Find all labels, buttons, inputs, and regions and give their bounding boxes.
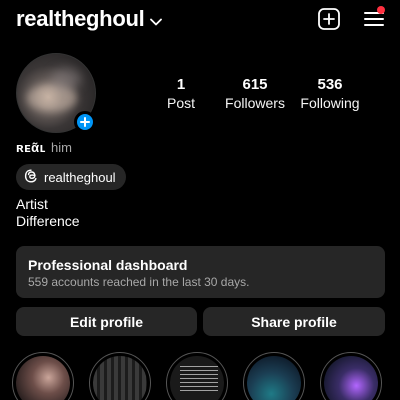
highlight-cover	[93, 356, 147, 400]
dashboard-subtitle: 559 accounts reached in the last 30 days…	[28, 275, 250, 289]
story-highlight[interactable]	[320, 352, 382, 400]
story-highlight[interactable]	[12, 352, 74, 400]
edit-profile-button[interactable]: Edit profile	[16, 307, 197, 336]
bio-line: Difference	[16, 213, 80, 229]
pronouns: him	[50, 140, 72, 155]
following-count[interactable]: 536 Following	[298, 76, 362, 111]
professional-dashboard[interactable]: Professional dashboard 559 accounts reac…	[16, 246, 385, 298]
plus-icon	[80, 117, 90, 127]
bio: Artist Difference	[16, 196, 80, 230]
name-row: ʀᴇᾶʟ him	[16, 140, 72, 155]
threads-icon	[24, 169, 38, 186]
add-story-button[interactable]	[74, 111, 96, 133]
chevron-down-icon	[150, 6, 163, 32]
plus-square-icon	[318, 8, 340, 30]
top-bar: realtheghoul	[0, 0, 400, 40]
followers-value: 615	[242, 76, 268, 93]
highlight-cover	[170, 356, 224, 400]
posts-count[interactable]: 1 Post	[162, 76, 200, 111]
display-name: ʀᴇᾶʟ	[16, 140, 46, 155]
threads-handle: realtheghoul	[44, 169, 116, 185]
threads-link[interactable]: realtheghoul	[16, 164, 126, 190]
highlight-cover	[324, 356, 378, 400]
story-highlight[interactable]	[89, 352, 151, 400]
account-switcher[interactable]: realtheghoul	[16, 6, 163, 32]
highlight-cover	[247, 356, 301, 400]
following-value: 536	[317, 76, 343, 93]
notification-dot	[377, 6, 385, 14]
following-label: Following	[300, 95, 360, 111]
dashboard-title: Professional dashboard	[28, 257, 188, 273]
create-button[interactable]	[318, 8, 340, 30]
highlight-cover	[16, 356, 70, 400]
posts-label: Post	[166, 95, 195, 111]
profile-avatar[interactable]	[16, 53, 96, 133]
story-highlight[interactable]	[243, 352, 305, 400]
story-highlight[interactable]	[166, 352, 228, 400]
posts-value: 1	[176, 76, 186, 93]
followers-label: Followers	[225, 95, 285, 111]
followers-count[interactable]: 615 Followers	[224, 76, 286, 111]
username-label: realtheghoul	[16, 6, 145, 31]
bio-line: Artist	[16, 196, 48, 212]
share-profile-button[interactable]: Share profile	[203, 307, 385, 336]
